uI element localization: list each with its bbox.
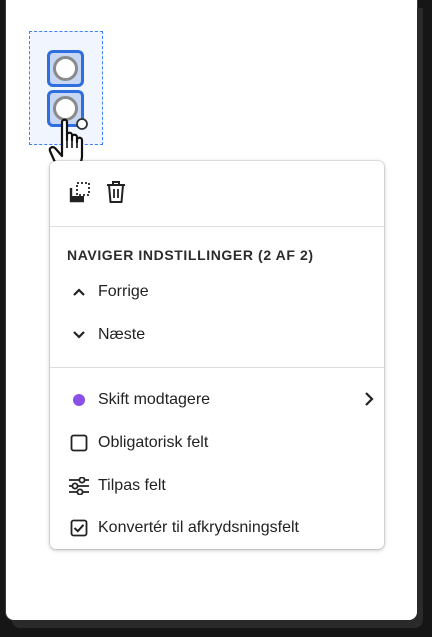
menu-item-customize-field[interactable]: Tilpas felt <box>50 469 384 503</box>
checkbox-empty-icon <box>64 434 94 452</box>
duplicate-button[interactable] <box>68 180 92 204</box>
menu-item-label: Obligatorisk felt <box>98 434 209 451</box>
menu-item-convert-to-checkbox[interactable]: Konvertér til afkrydsningsfelt <box>50 511 384 545</box>
menu-item-label: Konvertér til afkrydsningsfelt <box>98 519 299 536</box>
trash-icon <box>107 181 125 203</box>
chevron-up-icon <box>64 287 94 297</box>
recipient-dot-icon <box>64 394 94 406</box>
menu-toolbar <box>50 161 384 225</box>
delete-button[interactable] <box>104 180 128 204</box>
sliders-icon <box>64 477 94 495</box>
radio-circle <box>53 56 78 81</box>
menu-item-label: Skift modtagere <box>98 391 211 408</box>
menu-item-label: Næste <box>98 326 146 343</box>
context-menu: NAVIGER INDSTILLINGER (2 AF 2) Forrige N… <box>50 161 384 549</box>
menu-item-label: Forrige <box>98 283 149 300</box>
menu-item-previous[interactable]: Forrige <box>50 275 384 309</box>
section-title: NAVIGER INDSTILLINGER (2 AF 2) <box>67 247 314 263</box>
menu-divider <box>50 226 384 227</box>
menu-item-label: Tilpas felt <box>98 477 166 494</box>
menu-divider <box>50 367 384 368</box>
radio-button-field-1[interactable] <box>47 50 84 87</box>
menu-item-required-field[interactable]: Obligatorisk felt <box>50 426 384 460</box>
chevron-right-icon <box>365 392 374 406</box>
menu-item-change-recipients[interactable]: Skift modtagere <box>50 383 384 417</box>
chevron-down-icon <box>64 330 94 340</box>
duplicate-icon <box>69 182 90 203</box>
menu-item-next[interactable]: Næste <box>50 318 384 352</box>
checkbox-checked-icon <box>64 519 94 537</box>
